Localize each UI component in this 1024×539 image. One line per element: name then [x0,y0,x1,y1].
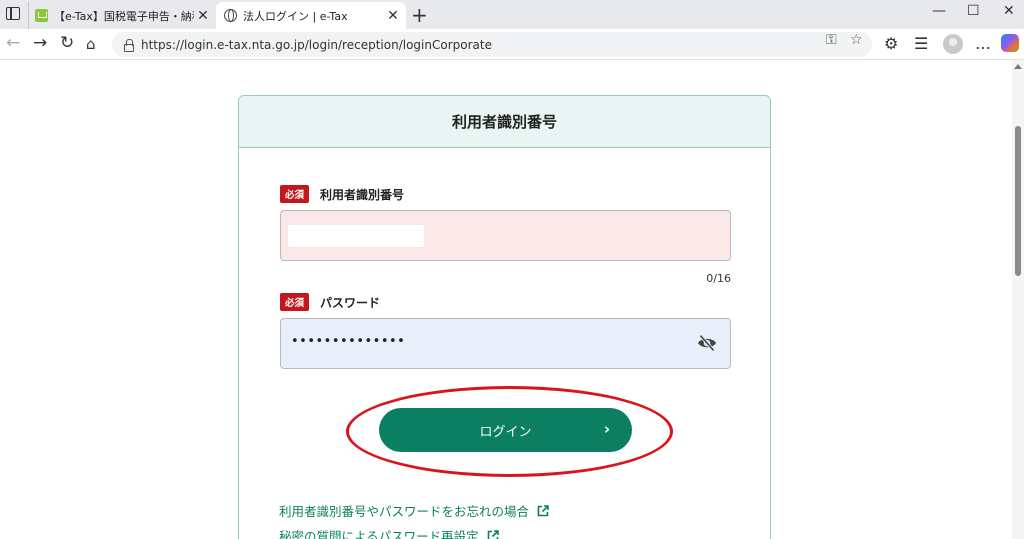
scroll-up-icon[interactable] [1014,64,1022,69]
password-input[interactable]: •••••••••••••• [280,318,731,369]
forgot-credentials-link[interactable]: 利用者識別番号やパスワードをお忘れの場合 [279,501,549,520]
page-viewport: 利用者識別番号 必須 利用者識別番号 0/16 必須 パスワード •••••••… [0,60,1024,539]
minimize-icon[interactable]: — [932,3,946,19]
user-id-label: 利用者識別番号 [320,187,405,202]
back-icon[interactable]: ← [6,33,20,53]
tab-title: 【e-Tax】国税電子申告・納税システム [54,9,194,23]
external-link-icon [537,504,549,516]
globe-icon [224,9,237,22]
maximize-icon[interactable]: ☐ [967,3,980,19]
user-id-char-counter: 0/16 [706,272,731,285]
login-card: 利用者識別番号 必須 利用者識別番号 0/16 必須 パスワード •••••••… [238,95,771,539]
secret-question-reset-link[interactable]: 秘密の質問によるパスワード再設定 [279,526,499,539]
lock-icon[interactable] [122,38,134,52]
vertical-scrollbar[interactable] [1012,60,1024,539]
avatar[interactable] [943,34,963,54]
favorite-star-icon[interactable]: ☆ [850,32,863,48]
key-icon[interactable]: ⚿ [826,32,837,48]
password-masked-value: •••••••••••••• [291,334,406,349]
required-badge: 必須 [280,185,310,203]
tab-etax-home[interactable]: 【e-Tax】国税電子申告・納税システム ✕ [28,2,216,29]
password-label-row: 必須 パスワード [280,293,380,311]
tab-corporate-login[interactable]: 法人ログイン | e-Tax ✕ [216,2,406,29]
tab-bar: 【e-Tax】国税電子申告・納税システム ✕ 法人ログイン | e-Tax ✕ … [0,0,1024,29]
tab-title: 法人ログイン | e-Tax [243,9,348,23]
required-badge: 必須 [280,293,310,311]
card-title: 利用者識別番号 [239,96,770,148]
password-label: パスワード [320,295,381,310]
url-text: https://login.e-tax.nta.go.jp/login/rece… [141,37,492,52]
address-field[interactable]: https://login.e-tax.nta.go.jp/login/rece… [112,32,872,57]
forward-icon[interactable]: → [33,33,47,53]
link-label: 秘密の質問によるパスワード再設定 [279,529,479,539]
scroll-thumb[interactable] [1015,126,1021,276]
copilot-icon[interactable] [1001,34,1019,52]
external-link-icon [487,529,499,539]
redacted-value [288,225,424,247]
user-id-input[interactable] [280,210,731,261]
more-menu-icon[interactable]: … [975,34,991,53]
home-icon[interactable]: ⌂ [86,35,96,53]
close-tab-icon[interactable]: ✕ [194,8,212,24]
eye-off-icon[interactable] [697,334,717,352]
user-id-label-row: 必須 利用者識別番号 [280,185,404,203]
extensions-icon[interactable]: ⚙ [884,34,898,53]
window-close-icon[interactable]: ✕ [1003,3,1015,19]
etax-favicon-icon [35,9,48,22]
link-label: 利用者識別番号やパスワードをお忘れの場合 [279,504,530,519]
refresh-icon[interactable]: ↻ [60,33,74,53]
close-tab-icon[interactable]: ✕ [384,8,402,24]
tab-actions-icon[interactable] [6,7,20,20]
red-highlight-circle [346,386,673,477]
new-tab-button[interactable]: + [411,3,428,27]
address-bar-row: ← → ↻ ⌂ https://login.e-tax.nta.go.jp/lo… [0,29,1024,60]
favorites-list-icon[interactable]: ☰ [914,34,928,53]
